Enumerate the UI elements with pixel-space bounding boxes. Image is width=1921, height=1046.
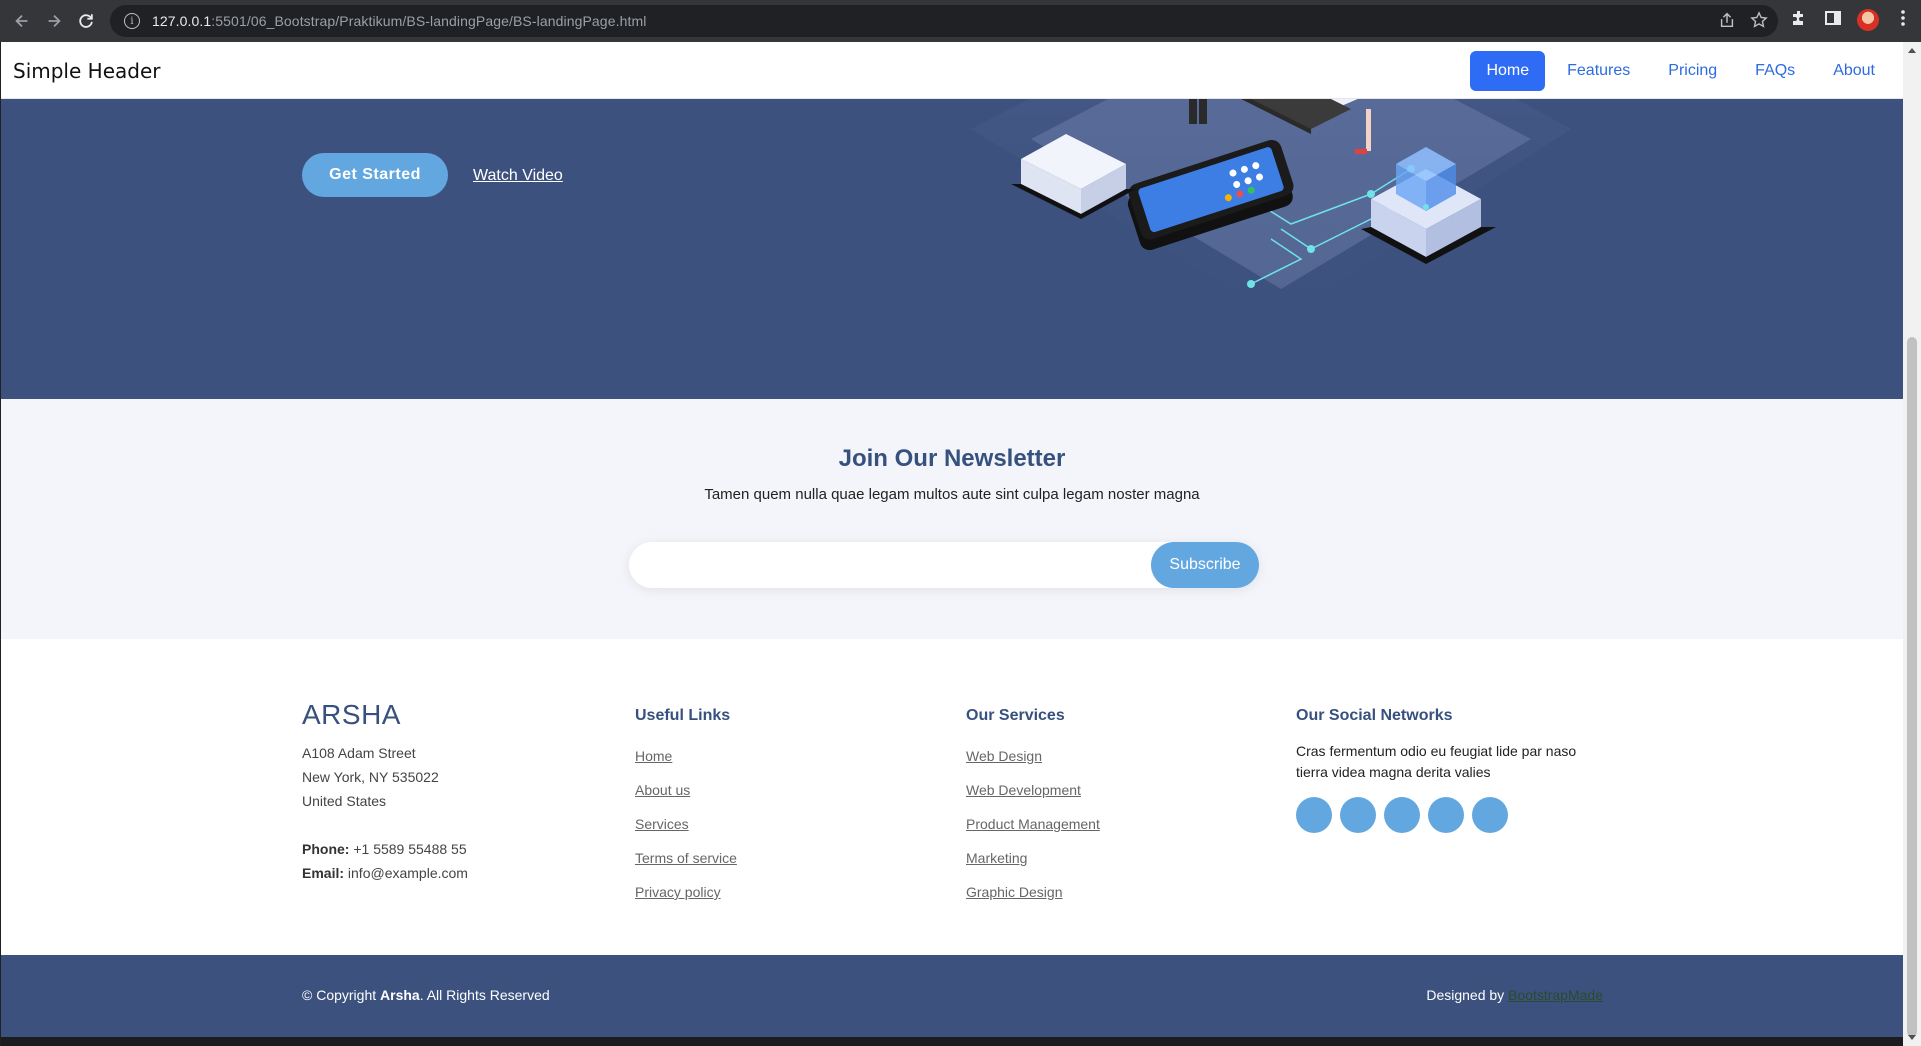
footer-link-home[interactable]: Home xyxy=(635,739,737,773)
extensions-icon[interactable] xyxy=(1789,8,1809,32)
footer-service-graphic-design[interactable]: Graphic Design xyxy=(966,875,1100,909)
footer-services: Our Services Web Design Web Development … xyxy=(966,699,1100,909)
back-icon[interactable] xyxy=(6,5,38,37)
hero-section: Get Started Watch Video xyxy=(1,99,1903,399)
facebook-icon[interactable] xyxy=(1340,797,1376,833)
credits-text: Designed by BootstrapMade xyxy=(1426,987,1603,1003)
footer-top: ARSHA A108 Adam Street New York, NY 5350… xyxy=(1,639,1903,955)
footer-service-web-design[interactable]: Web Design xyxy=(966,739,1100,773)
menu-kebab-icon[interactable] xyxy=(1893,8,1913,32)
nav-pricing[interactable]: Pricing xyxy=(1652,51,1733,91)
footer-service-marketing[interactable]: Marketing xyxy=(966,841,1100,875)
footer-address: A108 Adam Street New York, NY 535022 Uni… xyxy=(302,741,468,813)
footer-social: Our Social Networks Cras fermentum odio … xyxy=(1296,699,1596,833)
nav-home[interactable]: Home xyxy=(1470,51,1546,91)
get-started-button[interactable]: Get Started xyxy=(302,153,448,197)
page-viewport: Simple Header Home Features Pricing FAQs… xyxy=(1,42,1903,1046)
main-nav: Home Features Pricing FAQs About xyxy=(1470,51,1891,91)
brand-logo[interactable]: Simple Header xyxy=(13,59,160,83)
scroll-down-icon[interactable] xyxy=(1908,1035,1916,1040)
useful-links-heading: Useful Links xyxy=(635,707,731,724)
hero-illustration xyxy=(971,99,1571,319)
twitter-icon[interactable] xyxy=(1296,797,1332,833)
newsletter-email-input[interactable] xyxy=(649,542,1129,588)
designer-link[interactable]: BootstrapMade xyxy=(1508,987,1603,1003)
site-info-icon[interactable]: i xyxy=(124,13,140,29)
footer-link-terms[interactable]: Terms of service xyxy=(635,841,737,875)
footer-bottom: © Copyright Arsha. All Rights Reserved D… xyxy=(1,955,1903,1037)
newsletter-section: Join Our Newsletter Tamen quem nulla qua… xyxy=(1,399,1903,639)
address-line: A108 Adam Street xyxy=(302,745,416,761)
nav-features[interactable]: Features xyxy=(1551,51,1646,91)
bookmark-star-icon[interactable] xyxy=(1750,11,1768,33)
linkedin-icon[interactable] xyxy=(1472,797,1508,833)
scroll-thumb[interactable] xyxy=(1907,337,1917,1037)
phone-line: Phone: +1 5589 55488 55 xyxy=(302,841,467,857)
profile-avatar[interactable] xyxy=(1857,9,1879,31)
instagram-icon[interactable] xyxy=(1384,797,1420,833)
footer-contact-info: Phone: +1 5589 55488 55 Email: info@exam… xyxy=(302,837,468,885)
share-icon[interactable] xyxy=(1718,11,1736,33)
social-description: Cras fermentum odio eu feugiat lide par … xyxy=(1296,743,1577,780)
viewport-bottom-edge xyxy=(1,1037,1903,1046)
browser-toolbar: i 127.0.0.1:5501/06_Bootstrap/Praktikum/… xyxy=(0,0,1921,42)
footer-link-about[interactable]: About us xyxy=(635,773,737,807)
watch-video-link[interactable]: Watch Video xyxy=(473,167,563,185)
footer-service-web-development[interactable]: Web Development xyxy=(966,773,1100,807)
side-panel-icon[interactable] xyxy=(1823,8,1843,32)
copyright-text: © Copyright Arsha. All Rights Reserved xyxy=(302,987,550,1003)
subscribe-button[interactable]: Subscribe xyxy=(1151,542,1259,588)
services-heading: Our Services xyxy=(966,707,1065,724)
email-line: Email: info@example.com xyxy=(302,865,468,881)
footer-useful-links: Useful Links Home About us Services Term… xyxy=(635,699,737,909)
footer-brand: ARSHA xyxy=(302,699,401,730)
newsletter-title: Join Our Newsletter xyxy=(838,445,1066,472)
social-icons xyxy=(1296,797,1596,833)
url-text: 127.0.0.1:5501/06_Bootstrap/Praktikum/BS… xyxy=(152,13,647,29)
site-header: Simple Header Home Features Pricing FAQs… xyxy=(1,42,1903,99)
page-scrollbar[interactable] xyxy=(1903,42,1921,1046)
footer-link-privacy[interactable]: Privacy policy xyxy=(635,875,737,909)
forward-icon[interactable] xyxy=(38,5,70,37)
footer-link-services[interactable]: Services xyxy=(635,807,737,841)
address-line: United States xyxy=(302,793,387,809)
reload-icon[interactable] xyxy=(70,5,102,37)
nav-about[interactable]: About xyxy=(1817,51,1891,91)
address-bar[interactable]: i 127.0.0.1:5501/06_Bootstrap/Praktikum/… xyxy=(110,5,1778,37)
nav-faqs[interactable]: FAQs xyxy=(1739,51,1811,91)
newsletter-form: Subscribe xyxy=(629,542,1259,588)
newsletter-description: Tamen quem nulla quae legam multos aute … xyxy=(704,486,1200,503)
social-heading: Our Social Networks xyxy=(1296,707,1453,724)
footer-service-product-management[interactable]: Product Management xyxy=(966,807,1100,841)
footer-contact: ARSHA A108 Adam Street New York, NY 5350… xyxy=(302,699,468,885)
skype-icon[interactable] xyxy=(1428,797,1464,833)
scroll-up-icon[interactable] xyxy=(1908,48,1916,53)
address-line: New York, NY 535022 xyxy=(302,769,439,785)
